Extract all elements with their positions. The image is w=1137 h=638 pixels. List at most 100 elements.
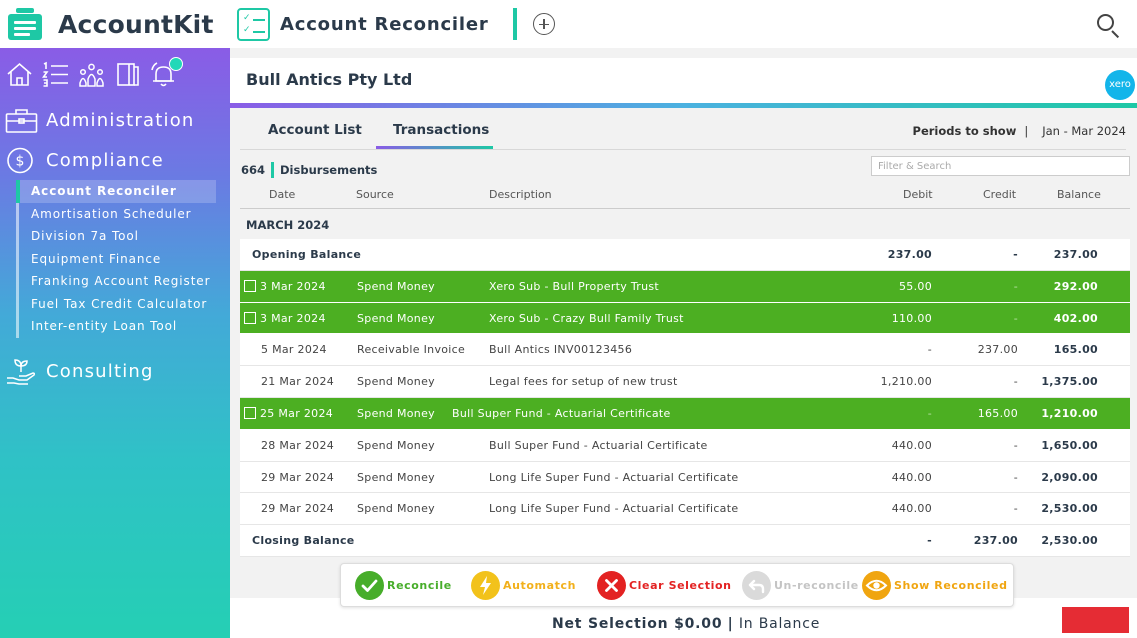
sidebar-section-label: Consulting [46,361,154,382]
cell-debit: - [927,343,932,357]
cell-date: 5 Mar 2024 [261,343,327,357]
cell-source: Spend Money [357,279,435,293]
company-header: Bull Antics Pty Ltd xero [230,58,1137,108]
column-header-date[interactable]: Date [269,188,295,201]
briefcase-icon [5,107,38,134]
column-header-source[interactable]: Source [356,188,394,201]
table-row[interactable]: 5 Mar 2024 Receivable Invoice Bull Antic… [240,334,1130,367]
brand[interactable]: AccountKit [0,0,230,48]
top-bar: AccountKit ✓ ✓ Account Reconciler [0,0,1137,48]
dollar-circle-icon: $ [5,147,38,174]
column-header-credit[interactable]: Credit [983,188,1016,201]
cell-balance: 237.00 [1053,248,1098,261]
table-row[interactable]: 21 Mar 2024 Spend Money Legal fees for s… [240,366,1130,398]
cell-source: Spend Money [357,438,435,452]
net-selection-summary: Net Selection $0.00 | In Balance [552,616,820,632]
clear-selection-label: Clear Selection [629,579,732,592]
filter-search-input[interactable] [871,156,1130,176]
account-name: Disbursements [280,163,378,177]
cell-description: Legal fees for setup of new trust [489,375,678,389]
table-row[interactable]: 25 Mar 2024 Spend Money Bull Super Fund … [240,397,1130,430]
cell-credit: - [1013,311,1018,325]
cell-description: Long Life Super Fund - Actuarial Certifi… [489,502,739,516]
sidebar-item-franking-account-register[interactable]: Franking Account Register [16,270,230,293]
column-header-debit[interactable]: Debit [903,188,933,201]
cell-debit: 440.00 [891,502,932,516]
periods-selector[interactable]: Periods to show | Jan - Mar 2024 [913,124,1126,138]
periods-label: Periods to show [912,124,1017,138]
cell-balance: 1,650.00 [1041,438,1098,452]
reconcile-button[interactable]: Reconcile [355,571,452,600]
cell-source: Spend Money [357,406,435,420]
account-heading: 664 Disbursements [241,162,377,178]
sidebar-section-compliance[interactable]: $ Compliance [0,140,230,180]
list-icon[interactable] [41,61,69,88]
column-header-balance[interactable]: Balance [1057,188,1101,201]
team-icon[interactable] [78,61,105,88]
sidebar-section-consulting[interactable]: Consulting [0,352,230,392]
svg-text:$: $ [16,153,25,169]
brand-name: AccountKit [58,9,214,39]
cell-balance: 1,375.00 [1041,375,1098,389]
title-divider [512,8,517,40]
tab-account-list[interactable]: Account List [268,122,362,138]
cell-balance: 2,530.00 [1041,534,1098,548]
row-label: Opening Balance [252,248,362,261]
table-row[interactable]: 29 Mar 2024 Spend Money Long Life Super … [240,461,1130,494]
cell-credit: - [1013,375,1018,389]
undo-arrow-icon [742,571,771,600]
column-header-description[interactable]: Description [489,188,552,201]
notification-badge [169,56,183,71]
search-icon[interactable] [1097,14,1121,39]
sidebar-item-account-reconciler[interactable]: Account Reconciler [16,180,216,203]
cell-debit: 440.00 [891,470,932,484]
quick-icons [0,48,230,100]
cell-balance: 292.00 [1053,279,1098,293]
cell-balance: 2,090.00 [1041,470,1098,484]
net-selection-separator: | [727,616,734,632]
cell-description: Xero Sub - Bull Property Trust [489,279,660,293]
cell-debit: - [927,406,932,420]
sidebar-item-fuel-tax-credit-calculator[interactable]: Fuel Tax Credit Calculator [16,292,230,316]
month-group-label: MARCH 2024 [246,218,330,232]
account-divider [271,162,275,178]
table-row[interactable]: 28 Mar 2024 Spend Money Bull Super Fund … [240,429,1130,462]
home-icon[interactable] [6,61,33,88]
cell-credit: - [1013,279,1018,293]
unreconcile-button[interactable]: Un-reconcile [742,571,859,600]
row-checkbox[interactable] [244,311,256,324]
opening-balance-row: Opening Balance 237.00 - 237.00 [240,239,1130,271]
sidebar-item-amortisation-scheduler[interactable]: Amortisation Scheduler [16,202,230,226]
cell-description: Bull Antics INV00123456 [489,343,633,357]
clear-selection-button[interactable]: Clear Selection [597,571,732,600]
cell-date: 29 Mar 2024 [261,502,335,516]
tab-bar: Account List Transactions Periods to sho… [240,114,1126,150]
cell-balance: 402.00 [1053,311,1098,325]
briefcase-logo-icon [8,8,44,40]
sidebar-item-division-7a-tool[interactable]: Division 7a Tool [16,225,230,248]
sidebar-item-inter-entity-loan-tool[interactable]: Inter-entity Loan Tool [16,315,230,338]
add-tab-icon[interactable] [532,13,555,35]
cell-source: Spend Money [357,311,435,325]
row-checkbox[interactable] [244,279,256,292]
show-reconciled-button[interactable]: Show Reconciled [862,571,1008,600]
table-row[interactable]: 29 Mar 2024 Spend Money Long Life Super … [240,493,1130,526]
notification-bell-icon[interactable] [150,56,183,88]
cell-credit: 165.00 [977,406,1018,420]
table-row[interactable]: 3 Mar 2024 Spend Money Xero Sub - Bull P… [240,270,1130,303]
eye-icon [862,571,891,600]
table-row[interactable]: 3 Mar 2024 Spend Money Xero Sub - Crazy … [240,302,1130,335]
sidebar-section-administration[interactable]: Administration [0,100,230,140]
book-icon[interactable] [114,61,141,88]
checklist-icon: ✓ ✓ [237,7,270,41]
tab-transactions[interactable]: Transactions [393,122,489,138]
status-indicator-button[interactable] [1062,607,1129,633]
cell-debit: 237.00 [887,248,932,261]
lightning-icon [471,571,500,600]
cell-debit: 1,210.00 [880,375,932,389]
cell-date: 3 Mar 2024 [260,279,326,293]
row-checkbox[interactable] [244,406,256,419]
automatch-button[interactable]: Automatch [471,571,576,600]
sidebar-item-equipment-finance[interactable]: Equipment Finance [16,247,230,271]
cell-debit: - [927,534,932,548]
